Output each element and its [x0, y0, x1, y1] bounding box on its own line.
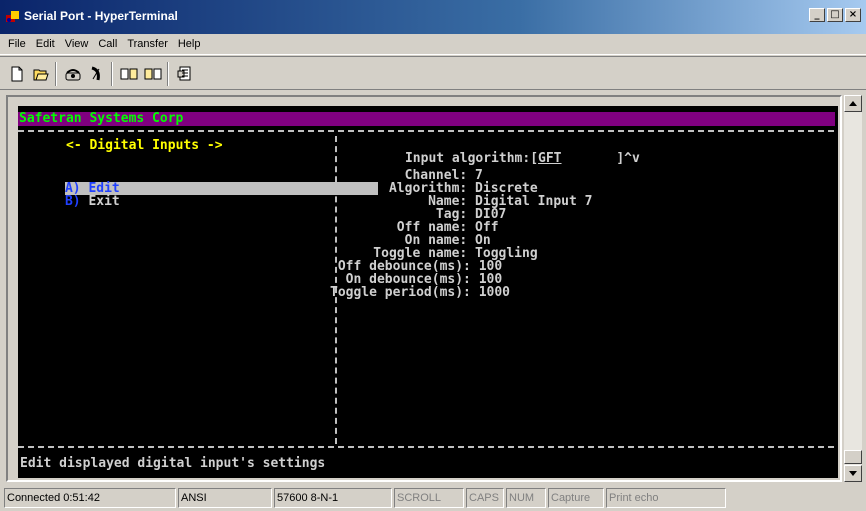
- receive-button[interactable]: [142, 63, 164, 85]
- scroll-thumb[interactable]: [844, 450, 862, 464]
- scroll-down-button[interactable]: [844, 465, 862, 482]
- status-emulation: ANSI: [178, 488, 272, 508]
- status-scroll: SCROLL: [394, 488, 464, 508]
- disconnect-button[interactable]: [86, 63, 108, 85]
- banner: Safetran Systems Corp: [18, 112, 835, 126]
- arrow-up-icon: [849, 101, 857, 106]
- connect-button[interactable]: [62, 63, 84, 85]
- menu-call[interactable]: Call: [93, 38, 122, 50]
- section-title: <- Digital Inputs ->: [66, 138, 223, 153]
- open-button[interactable]: [30, 63, 52, 85]
- input-algorithm-field[interactable]: Input algorithm:[GFT ]^v: [358, 139, 640, 165]
- menu-bar: File Edit View Call Transfer Help: [0, 34, 866, 55]
- input-algorithm-label: Input algorithm:[: [404, 151, 539, 166]
- terminal-screen[interactable]: Safetran Systems Corp <- Digital Inputs …: [18, 106, 838, 478]
- maximize-button[interactable]: □: [827, 8, 843, 22]
- scroll-up-button[interactable]: [844, 95, 862, 112]
- new-connection-icon: [11, 66, 23, 82]
- arrow-down-icon: [849, 471, 857, 476]
- receive-icon: [144, 68, 162, 80]
- hyperterminal-icon: [6, 11, 19, 22]
- status-settings: 57600 8-N-1: [274, 488, 392, 508]
- disconnect-icon: [91, 66, 100, 81]
- status-connected: Connected 0:51:42: [4, 488, 176, 508]
- status-bar: Connected 0:51:42 ANSI 57600 8-N-1 SCROL…: [0, 486, 866, 511]
- status-print-echo: Print echo: [606, 488, 726, 508]
- window-title: Serial Port - HyperTerminal: [24, 9, 178, 23]
- status-capture: Capture: [548, 488, 604, 508]
- new-connection-button[interactable]: [6, 63, 28, 85]
- input-algorithm-value[interactable]: GFT: [538, 151, 561, 166]
- menu-item-edit[interactable]: A) Edit: [18, 169, 378, 195]
- send-button[interactable]: [118, 63, 140, 85]
- divider-bottom: [18, 446, 834, 448]
- title-bar[interactable]: Serial Port - HyperTerminal _ □ ×: [0, 0, 866, 34]
- menu-item-exit[interactable]: B) Exit: [18, 182, 120, 208]
- menu-help[interactable]: Help: [173, 38, 206, 50]
- menu-view[interactable]: View: [60, 38, 94, 50]
- status-line: Edit displayed digital input's settings: [20, 456, 326, 471]
- close-button[interactable]: ×: [845, 8, 861, 22]
- hyperterminal-window: Serial Port - HyperTerminal _ □ × File E…: [0, 0, 866, 511]
- open-icon: [33, 69, 49, 81]
- toolbar: [0, 56, 866, 90]
- status-num: NUM: [506, 488, 546, 508]
- input-algorithm-arrows[interactable]: ]^v: [616, 151, 639, 166]
- properties-icon: [177, 66, 191, 81]
- connect-icon: [65, 69, 81, 81]
- minimize-button[interactable]: _: [809, 8, 825, 22]
- field-toggle-period: Toggle period(ms): 1000: [330, 285, 511, 300]
- menu-file[interactable]: File: [0, 38, 31, 50]
- properties-button[interactable]: [174, 63, 196, 85]
- send-icon: [120, 68, 138, 80]
- status-caps: CAPS: [466, 488, 504, 508]
- menu-edit[interactable]: Edit: [31, 38, 60, 50]
- vertical-scrollbar[interactable]: [844, 95, 862, 482]
- menu-transfer[interactable]: Transfer: [122, 38, 173, 50]
- divider-top: [18, 130, 834, 132]
- menu-item-label: Exit: [80, 194, 120, 209]
- menu-item-key: B): [64, 194, 81, 209]
